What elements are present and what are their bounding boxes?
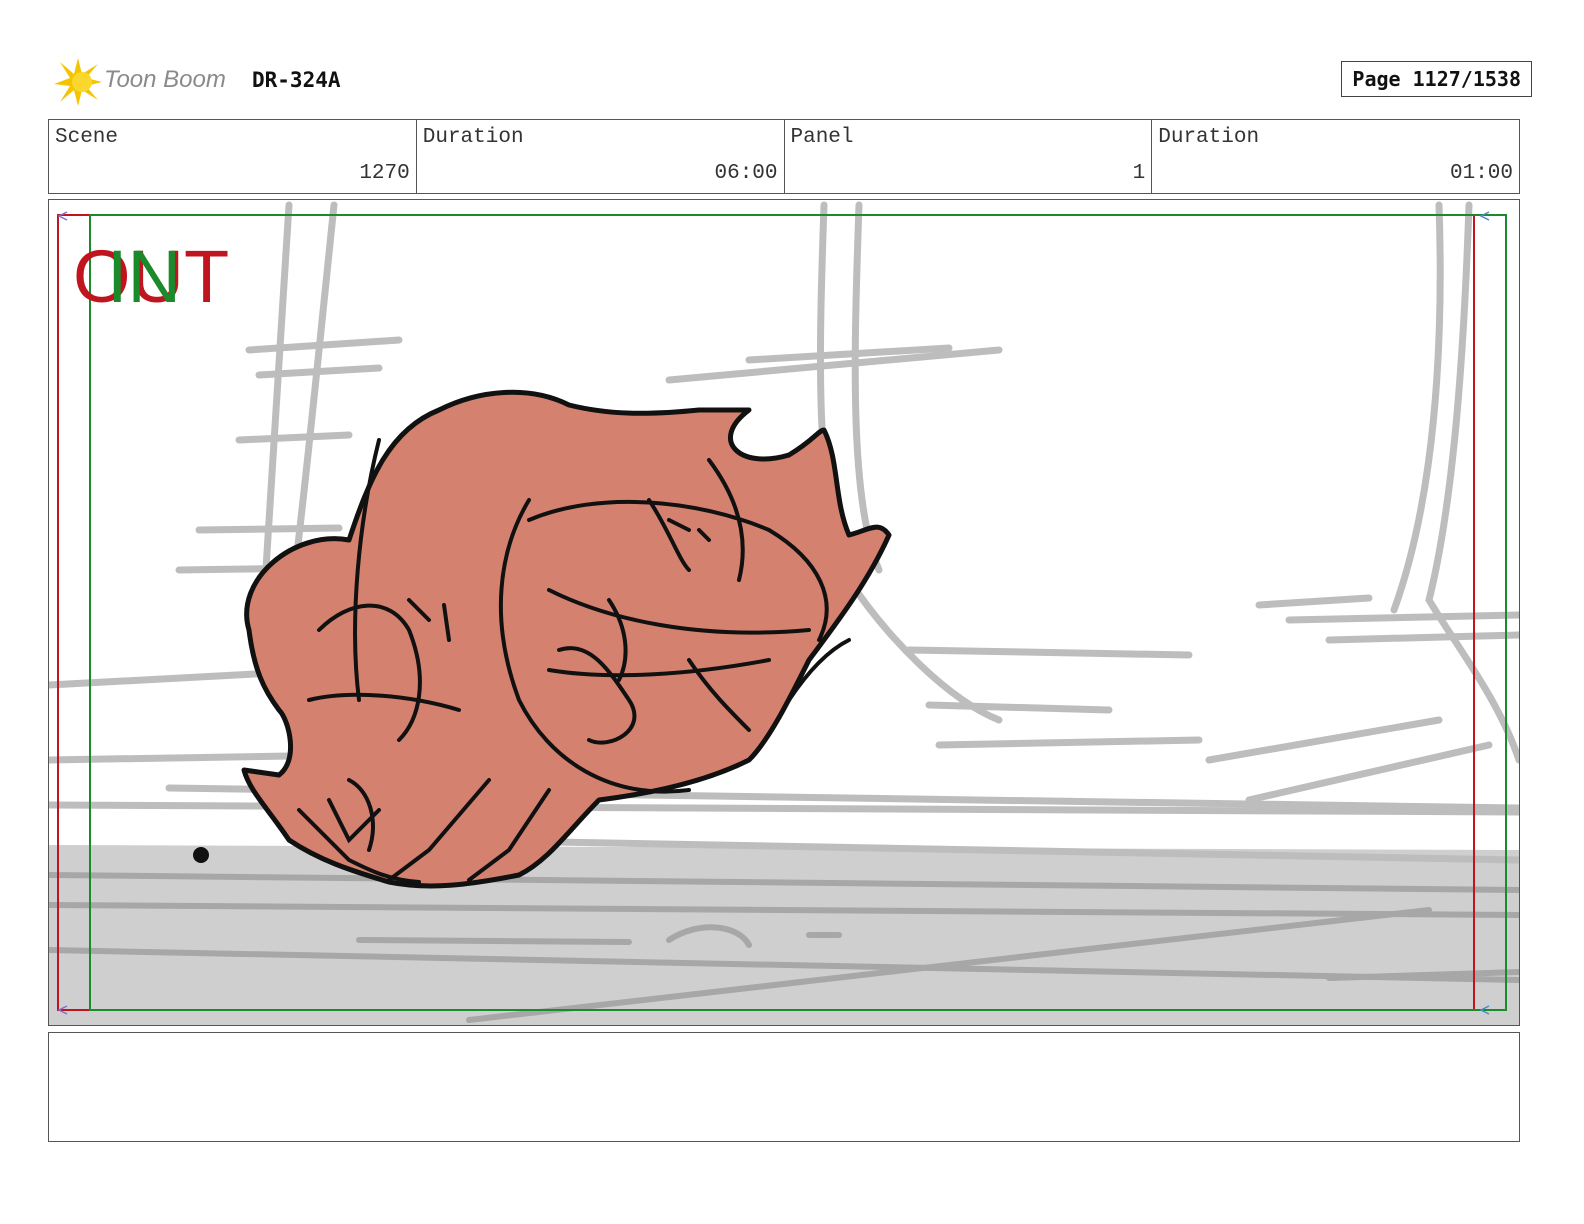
starburst-icon — [54, 58, 102, 106]
document-code: DR-324A — [252, 68, 341, 92]
scene-info-table: Scene 1270 Duration 06:00 Panel 1 Durati… — [48, 119, 1520, 194]
scene-value: 1270 — [359, 162, 410, 185]
panel-cell: Panel 1 — [785, 120, 1153, 193]
toon-boom-logo: Toon Boom — [52, 56, 242, 106]
scene-duration-value: 06:00 — [714, 162, 778, 185]
scene-duration-label: Duration — [422, 126, 524, 149]
in-frame-label: IN — [107, 235, 181, 318]
panel-value: 1 — [1132, 162, 1146, 185]
scene-cell: Scene 1270 — [49, 120, 417, 193]
scene-label: Scene — [55, 126, 119, 149]
page-header: Toon Boom DR-324A Page 1127/1538 — [52, 56, 1532, 106]
storyboard-panel: OUT IN — [48, 199, 1520, 1026]
page-indicator: Page 1127/1538 — [1341, 61, 1532, 97]
floor-area — [49, 845, 1519, 1025]
panel-drawing: OUT IN — [49, 201, 1519, 1025]
notes-box — [48, 1032, 1520, 1142]
panel-duration-cell: Duration 01:00 — [1152, 120, 1519, 193]
scene-duration-cell: Duration 06:00 — [417, 120, 785, 193]
panel-duration-value: 01:00 — [1449, 162, 1513, 185]
panel-duration-label: Duration — [1158, 126, 1260, 149]
logo-text: Toon Boom — [104, 66, 226, 93]
panel-label: Panel — [790, 126, 854, 149]
